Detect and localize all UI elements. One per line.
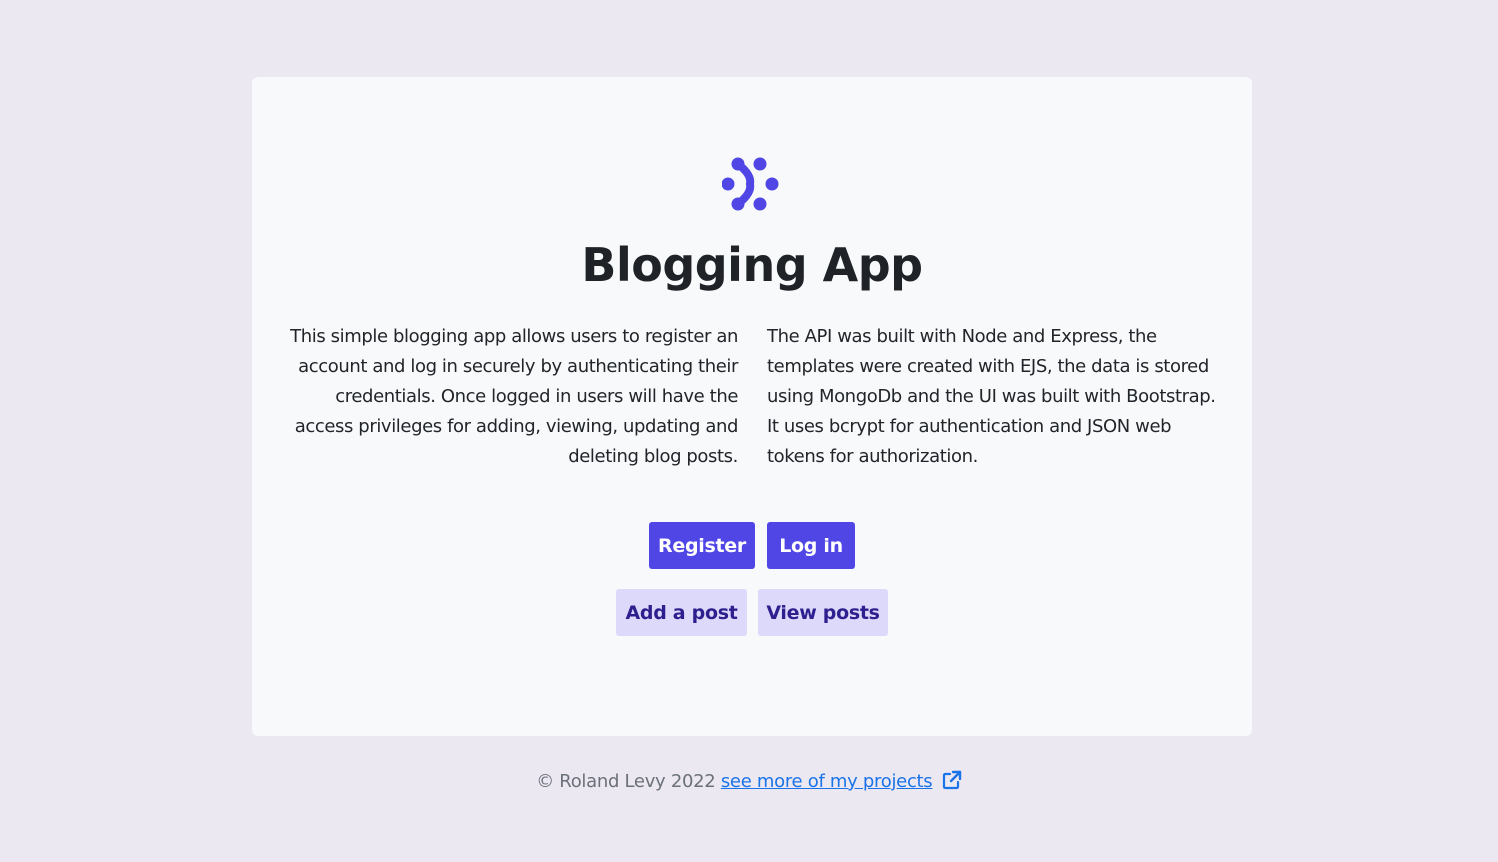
logo-icon bbox=[722, 157, 779, 211]
register-button[interactable]: Register bbox=[649, 522, 755, 569]
description-left: This simple blogging app allows users to… bbox=[290, 326, 738, 467]
view-posts-button[interactable]: View posts bbox=[758, 589, 888, 636]
add-post-button[interactable]: Add a post bbox=[616, 589, 747, 636]
projects-link-label: see more of my projects bbox=[720, 771, 933, 792]
main-card: Blogging App This simple blogging app al… bbox=[252, 77, 1252, 736]
copyright-text: © Roland Levy 2022 bbox=[536, 771, 716, 792]
projects-link[interactable]: see more of my projects bbox=[721, 771, 933, 792]
page-title: Blogging App bbox=[581, 238, 923, 292]
external-link-icon[interactable] bbox=[942, 770, 962, 790]
description-right: The API was built with Node and Express,… bbox=[767, 326, 1216, 467]
login-button[interactable]: Log in bbox=[767, 522, 855, 569]
footer: © Roland Levy 2022 see more of my projec… bbox=[0, 767, 1498, 797]
